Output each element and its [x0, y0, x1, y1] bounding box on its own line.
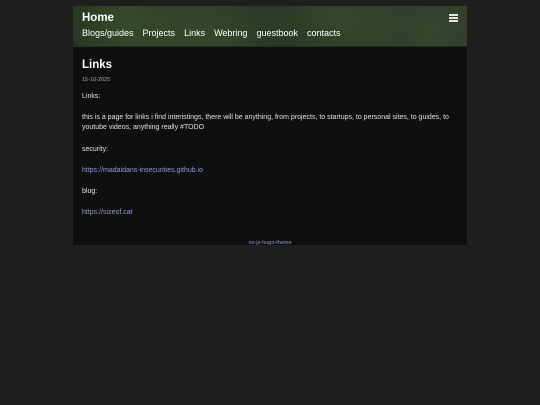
nav-item-blogs-guides[interactable]: Blogs/guides	[82, 28, 134, 38]
post-content: Links 15-10-2025 Links: this is a page f…	[73, 59, 467, 218]
link-madaidans-insecurities[interactable]: https://madaidans-insecurities.github.io	[82, 167, 203, 174]
description-text: this is a page for links i find interist…	[82, 114, 449, 131]
site-footer: no-js-hugo-theme	[73, 231, 467, 249]
section-heading-security: security:	[82, 146, 109, 153]
theme-link[interactable]: no-js-hugo-theme	[248, 240, 291, 246]
page-title: Links	[82, 59, 113, 71]
page-container: Home Blogs/guides Projects Links Webring…	[73, 6, 467, 246]
section-heading-blog: blog:	[82, 188, 98, 195]
main-nav: Blogs/guides Projects Links Webring gues…	[82, 28, 350, 38]
nav-item-projects[interactable]: Projects	[143, 28, 176, 38]
nav-item-links[interactable]: Links	[184, 28, 205, 38]
site-header: Home Blogs/guides Projects Links Webring…	[73, 6, 467, 47]
nav-item-contacts[interactable]: contacts	[307, 28, 341, 38]
post-date: 15-10-2025	[82, 77, 111, 83]
home-link[interactable]: Home	[82, 12, 114, 24]
hamburger-menu-icon[interactable]	[449, 14, 458, 22]
link-sizeof-cat[interactable]: https://sizeof.cat	[82, 209, 133, 216]
intro-label: Links:	[82, 93, 101, 100]
nav-item-guestbook[interactable]: guestbook	[256, 28, 298, 38]
nav-item-webring[interactable]: Webring	[214, 28, 247, 38]
